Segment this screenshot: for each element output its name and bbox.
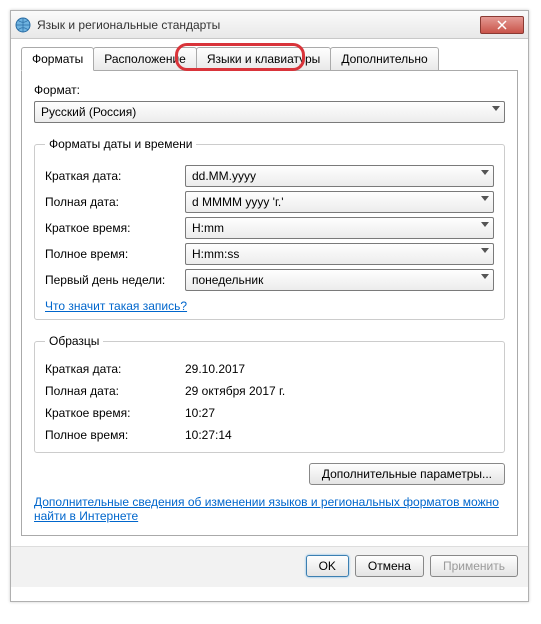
first-day-label: Первый день недели: [45, 273, 185, 287]
format-label: Формат: [34, 83, 505, 97]
chevron-down-icon [481, 248, 489, 253]
sample-short-date-label: Краткая дата: [45, 362, 185, 376]
long-time-dropdown[interactable]: H:mm:ss [185, 243, 494, 265]
chevron-down-icon [481, 274, 489, 279]
tab-keyboards[interactable]: Языки и клавиатуры [196, 47, 331, 70]
apply-button[interactable]: Применить [430, 555, 518, 577]
format-dropdown[interactable]: Русский (Россия) [34, 101, 505, 123]
sample-short-time-label: Краткое время: [45, 406, 185, 420]
short-time-value: H:mm [192, 221, 224, 235]
chevron-down-icon [481, 170, 489, 175]
format-value: Русский (Россия) [41, 105, 136, 119]
long-time-value: H:mm:ss [192, 247, 239, 261]
titlebar: Язык и региональные стандарты [11, 11, 528, 39]
window: Язык и региональные стандарты Форматы Ра… [10, 10, 529, 602]
long-time-label: Полное время: [45, 247, 185, 261]
chevron-down-icon [481, 196, 489, 201]
cancel-button[interactable]: Отмена [355, 555, 424, 577]
short-date-dropdown[interactable]: dd.MM.yyyy [185, 165, 494, 187]
sample-short-date-value: 29.10.2017 [185, 362, 245, 376]
tab-advanced[interactable]: Дополнительно [330, 47, 438, 70]
first-day-value: понедельник [192, 273, 263, 287]
globe-icon [15, 17, 31, 33]
ok-button[interactable]: OK [306, 555, 349, 577]
sample-long-date-value: 29 октября 2017 г. [185, 384, 285, 398]
chevron-down-icon [481, 222, 489, 227]
chevron-down-icon [492, 106, 500, 111]
online-help-link[interactable]: Дополнительные сведения об изменении язы… [34, 495, 499, 523]
long-date-value: d MMMM yyyy 'г.' [192, 195, 284, 209]
sample-long-time-value: 10:27:14 [185, 428, 232, 442]
window-title: Язык и региональные стандарты [37, 18, 480, 32]
samples-group: Образцы Краткая дата: 29.10.2017 Полная … [34, 334, 505, 453]
short-time-dropdown[interactable]: H:mm [185, 217, 494, 239]
datetime-formats-group: Форматы даты и времени Краткая дата: dd.… [34, 137, 505, 320]
close-button[interactable] [480, 16, 524, 34]
notation-help-link[interactable]: Что значит такая запись? [45, 299, 187, 313]
additional-settings-button[interactable]: Дополнительные параметры... [309, 463, 505, 485]
tab-bar: Форматы Расположение Языки и клавиатуры … [21, 47, 518, 70]
short-date-label: Краткая дата: [45, 169, 185, 183]
sample-long-time-label: Полное время: [45, 428, 185, 442]
close-icon [497, 20, 507, 30]
tab-formats[interactable]: Форматы [21, 47, 94, 71]
samples-legend: Образцы [45, 334, 103, 348]
tab-location[interactable]: Расположение [93, 47, 197, 70]
first-day-dropdown[interactable]: понедельник [185, 269, 494, 291]
datetime-legend: Форматы даты и времени [45, 137, 196, 151]
sample-short-time-value: 10:27 [185, 406, 215, 420]
dialog-buttons: OK Отмена Применить [11, 546, 528, 587]
short-time-label: Краткое время: [45, 221, 185, 235]
tab-panel: Формат: Русский (Россия) Форматы даты и … [21, 70, 518, 536]
short-date-value: dd.MM.yyyy [192, 169, 256, 183]
sample-long-date-label: Полная дата: [45, 384, 185, 398]
long-date-label: Полная дата: [45, 195, 185, 209]
long-date-dropdown[interactable]: d MMMM yyyy 'г.' [185, 191, 494, 213]
